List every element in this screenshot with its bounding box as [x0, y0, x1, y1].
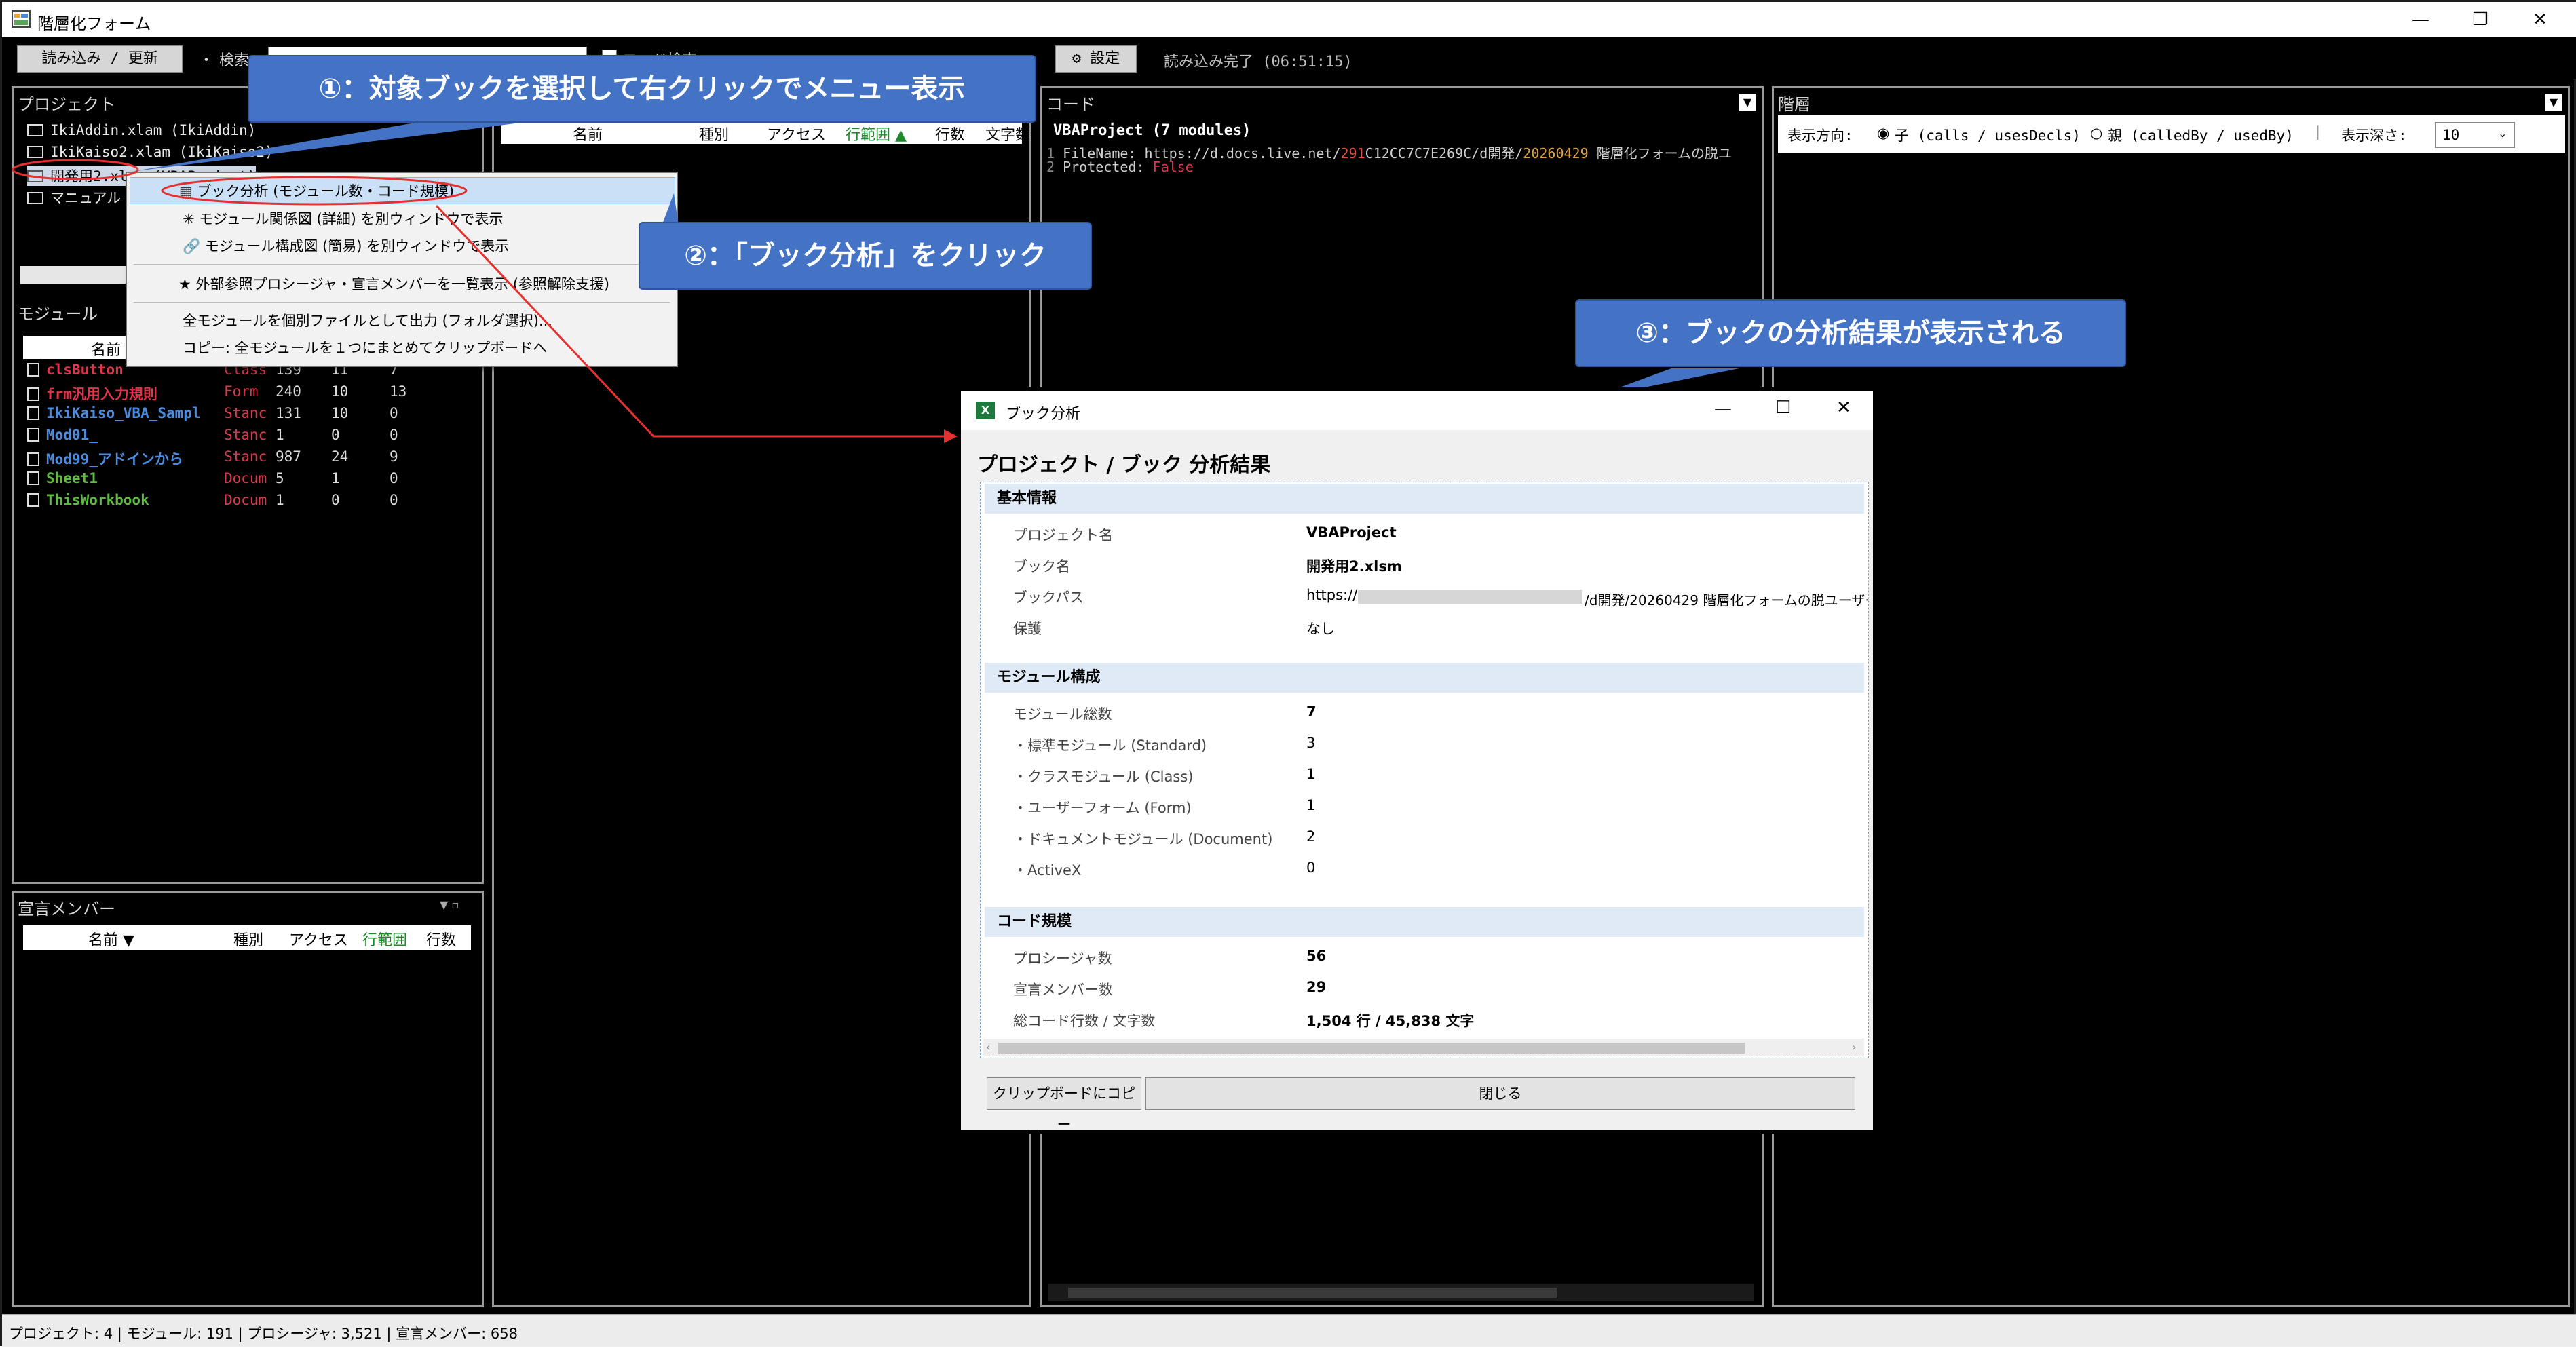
- main-window: 階層化フォーム — ❐ ✕ 読み込み / 更新 ・ 検索 コード検索 ⚙ 設定 …: [0, 0, 2576, 1347]
- dialog-horizontal-scrollbar[interactable]: ‹ ›: [983, 1039, 1864, 1056]
- scroll-right-icon[interactable]: ›: [1852, 1041, 1856, 1054]
- result-value: なし: [1306, 621, 1335, 637]
- highlight-ellipse: [161, 176, 468, 206]
- dialog-heading: プロジェクト / ブック 分析結果: [977, 453, 1271, 477]
- redacted-path-segment: [1358, 590, 1582, 604]
- result-value: VBAProject: [1306, 524, 1397, 541]
- callout-step-2: ②：「ブック分析」をクリック: [639, 222, 1092, 290]
- result-value: https://: [1306, 587, 1358, 603]
- result-value: 1: [1306, 797, 1316, 813]
- result-key: ブックパス: [1013, 590, 1084, 606]
- callout-tail: [131, 121, 531, 172]
- scroll-left-icon[interactable]: ‹: [986, 1041, 990, 1054]
- result-value: 0: [1306, 860, 1316, 876]
- scrollbar-thumb[interactable]: [998, 1043, 1745, 1054]
- result-value: 29: [1306, 979, 1327, 995]
- callout-step-3: ③：ブックの分析結果が表示される: [1575, 299, 2126, 367]
- dialog-close-button[interactable]: 閉じる: [1145, 1077, 1855, 1110]
- result-key: ・標準モジュール (Standard): [1013, 737, 1207, 754]
- result-value: 開発用2.xlsm: [1306, 558, 1402, 575]
- book-analysis-dialog: X ブック分析 — ☐ ✕ プロジェクト / ブック 分析結果 基本情報 プロジ…: [958, 387, 1876, 1134]
- excel-icon: X: [976, 402, 995, 419]
- result-key: ・ActiveX: [1013, 862, 1082, 879]
- result-key: プロシージャ数: [1013, 950, 1112, 967]
- result-value: 56: [1306, 948, 1327, 964]
- result-key: 保護: [1013, 621, 1042, 637]
- section-basic-info: 基本情報: [985, 484, 1864, 514]
- arrow-head: [944, 429, 958, 443]
- callout-step-1: ①：対象ブックを選択して右クリックでメニュー表示: [248, 55, 1036, 123]
- dialog-title: ブック分析: [1006, 406, 1081, 423]
- result-key: ・ユーザーフォーム (Form): [1013, 800, 1192, 816]
- result-value: 1,504 行 / 45,838 文字: [1306, 1013, 1475, 1029]
- dialog-close-icon[interactable]: ✕: [1836, 398, 1851, 418]
- result-key: ・ドキュメントモジュール (Document): [1013, 831, 1273, 847]
- copy-to-clipboard-button[interactable]: クリップボードにコピー: [987, 1077, 1141, 1133]
- section-module-composition: モジュール構成: [985, 663, 1864, 693]
- result-value: 3: [1306, 735, 1316, 751]
- result-value: 7: [1306, 704, 1317, 720]
- result-key: ・クラスモジュール (Class): [1013, 769, 1194, 785]
- result-key: モジュール総数: [1013, 706, 1112, 723]
- dialog-title-bar: X ブック分析 — ☐ ✕: [961, 391, 1873, 430]
- result-value: 2: [1306, 828, 1316, 845]
- result-key: プロジェクト名: [1013, 527, 1113, 543]
- analysis-result-pane: 基本情報 プロジェクト名 VBAProject ブック名 開発用2.xlsm ブックパス…: [980, 482, 1869, 1058]
- result-key: 宣言メンバー数: [1013, 982, 1113, 998]
- section-code-scale: コード規模: [985, 907, 1864, 937]
- result-key: 総コード行数 / 文字数: [1013, 1013, 1156, 1029]
- dialog-maximize-button[interactable]: ☐: [1775, 398, 1791, 418]
- result-key: ブック名: [1013, 558, 1070, 575]
- result-value: 1: [1306, 766, 1316, 782]
- dialog-minimize-button[interactable]: —: [1714, 399, 1732, 419]
- highlight-ellipse: [12, 159, 139, 180]
- book-path-suffix: /d開発/20260429 階層化フォームの脱ユーザーフォ-: [1585, 592, 1868, 609]
